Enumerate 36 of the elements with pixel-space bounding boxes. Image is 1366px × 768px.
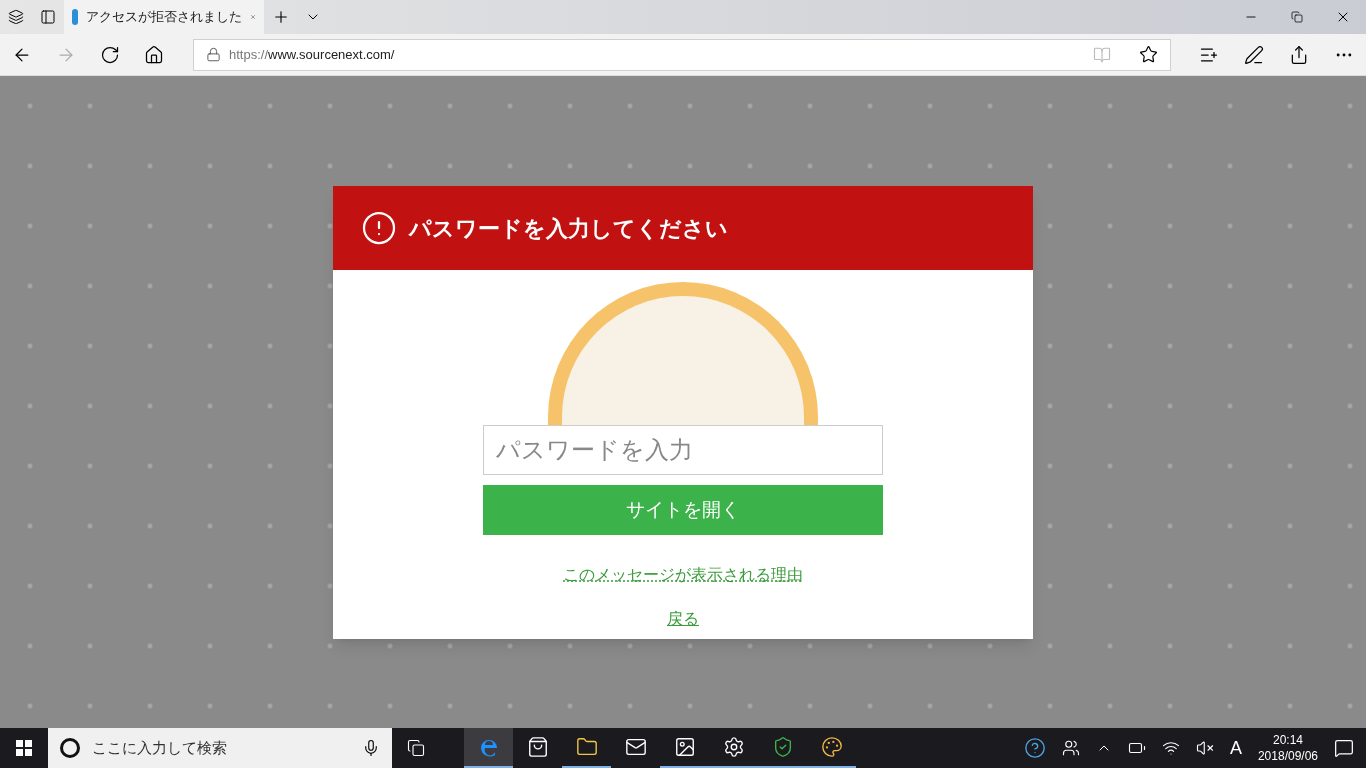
tabs-icon[interactable] (8, 9, 24, 25)
refresh-icon[interactable] (100, 44, 120, 65)
url-text: https://www.sourcenext.com/ (229, 45, 396, 64)
notification-icon[interactable] (1334, 738, 1354, 758)
site-icon (72, 9, 78, 25)
link[interactable]: このメッセージが表示される理由 (563, 563, 803, 587)
tab-title: アクセスが拒否されました (86, 8, 242, 27)
lock-icon (206, 47, 221, 62)
folder-icon (575, 736, 598, 758)
clock[interactable]: 20:14 2018/09/06 (1257, 732, 1318, 764)
help-icon[interactable] (1023, 737, 1046, 759)
browser-tab[interactable]: アクセスが拒否されました (64, 0, 264, 34)
star-icon[interactable] (1139, 45, 1158, 64)
mail-icon (624, 736, 647, 758)
image-icon (673, 736, 696, 758)
address-field[interactable]: https://www.sourcenext.com/ (193, 38, 1171, 71)
mute-icon[interactable] (1195, 739, 1214, 757)
restore-icon[interactable] (1291, 11, 1303, 23)
plus-icon[interactable] (272, 8, 290, 26)
palette-icon (820, 736, 843, 758)
people-icon[interactable] (1061, 739, 1080, 757)
home-icon[interactable] (144, 44, 164, 65)
ime-indicator[interactable]: A (1229, 734, 1242, 762)
windows-start-icon[interactable] (16, 740, 32, 756)
microphone-icon (362, 739, 380, 757)
search-field[interactable]: ここに入力して検索 (92, 736, 350, 760)
password-field[interactable]: パスワードを入力 (483, 425, 883, 475)
dialog-title: パスワードを入力してください (409, 214, 728, 243)
settings-icon (722, 736, 745, 758)
link[interactable]: 戻る (667, 607, 699, 631)
pen-icon[interactable] (1244, 44, 1265, 65)
taskbar-search-box[interactable]: ここに入力して検索 (48, 728, 392, 768)
task-view-icon[interactable] (407, 739, 425, 757)
tab-aside-icon[interactable] (40, 9, 56, 25)
shopping-bag-icon (526, 736, 549, 758)
alert-icon (361, 210, 397, 246)
